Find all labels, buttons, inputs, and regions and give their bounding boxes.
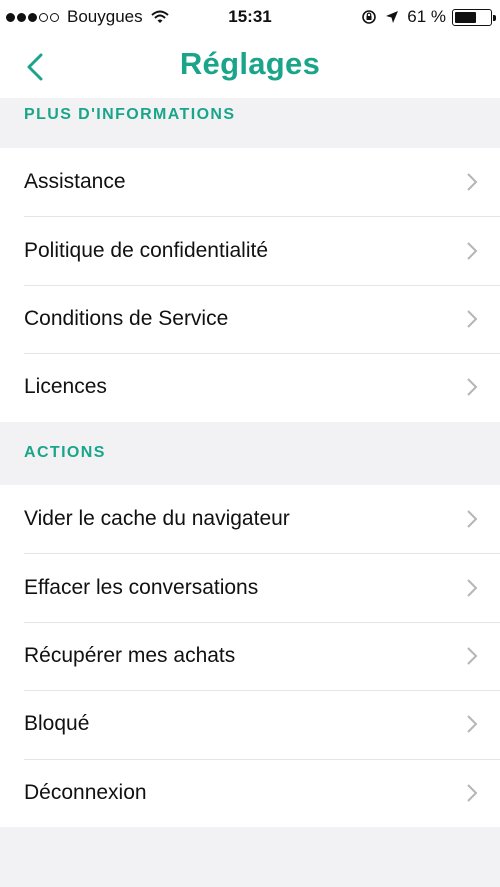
- chevron-right-icon: [467, 715, 478, 734]
- settings-row-restore-purchases[interactable]: Récupérer mes achats: [0, 621, 500, 690]
- settings-row-licences[interactable]: Licences: [0, 353, 500, 421]
- chevron-right-icon: [467, 241, 478, 260]
- chevron-right-icon: [467, 647, 478, 665]
- settings-row-clear-browser-cache[interactable]: Vider le cache du navigateur: [0, 485, 500, 553]
- row-label: Licences: [24, 375, 107, 399]
- row-label: Vider le cache du navigateur: [24, 507, 290, 531]
- chevron-right-icon: [467, 310, 478, 328]
- chevron-right-icon: [467, 578, 478, 597]
- battery-nub: [493, 14, 496, 21]
- row-label: Conditions de Service: [24, 306, 229, 330]
- row-label: Assistance: [24, 170, 126, 194]
- rotation-lock-icon: [361, 9, 377, 25]
- row-label: Déconnexion: [24, 780, 147, 804]
- settings-row-assistance[interactable]: Assistance: [0, 148, 500, 216]
- settings-row-blocked[interactable]: Bloqué: [0, 690, 500, 758]
- battery-percentage: 61 %: [407, 7, 446, 26]
- section-header-actions: ACTIONS: [24, 444, 106, 461]
- status-right: 61 %: [361, 7, 496, 27]
- chevron-right-icon: [467, 173, 478, 191]
- battery-icon: [452, 8, 496, 26]
- location-icon: [385, 10, 399, 24]
- row-label: Effacer les conversations: [24, 575, 259, 599]
- row-label: Récupérer mes achats: [24, 643, 236, 667]
- status-bar: Bouygues 15:31 61 %: [0, 0, 500, 36]
- row-label: Bloqué: [24, 712, 90, 736]
- settings-row-clear-conversations[interactable]: Effacer les conversations: [0, 553, 500, 621]
- section-header-informations: PLUS D'INFORMATIONS: [24, 106, 236, 123]
- battery-fill: [455, 11, 476, 23]
- settings-group-informations: Assistance Politique de confidentialité …: [0, 148, 500, 422]
- chevron-right-icon: [467, 510, 478, 528]
- settings-row-logout[interactable]: Déconnexion: [0, 758, 500, 827]
- settings-group-actions: Vider le cache du navigateur Effacer les…: [0, 485, 500, 827]
- chevron-right-icon: [467, 378, 478, 397]
- navigation-bar: Réglages: [0, 36, 500, 98]
- settings-row-terms-of-service[interactable]: Conditions de Service: [0, 284, 500, 353]
- chevron-right-icon: [467, 784, 478, 802]
- row-label: Politique de confidentialité: [24, 238, 269, 262]
- settings-row-privacy-policy[interactable]: Politique de confidentialité: [0, 216, 500, 284]
- page-title: Réglages: [179, 46, 321, 81]
